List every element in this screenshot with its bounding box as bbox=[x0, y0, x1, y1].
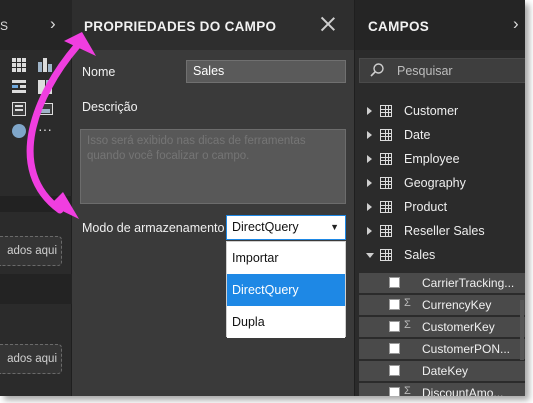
option-dual[interactable]: Dupla bbox=[227, 306, 345, 338]
name-field[interactable]: Sales bbox=[186, 60, 346, 83]
table-row[interactable]: Product bbox=[355, 196, 525, 220]
field-checkbox[interactable] bbox=[389, 365, 400, 376]
close-icon[interactable] bbox=[320, 16, 336, 32]
image-visual-icon[interactable] bbox=[38, 102, 53, 116]
visualizations-header: S › bbox=[0, 0, 72, 50]
table-row[interactable]: Date bbox=[355, 124, 525, 148]
table-name: Reseller Sales bbox=[404, 224, 485, 238]
field-checkbox[interactable] bbox=[389, 387, 400, 396]
field-row[interactable]: Σ CurrencyKey bbox=[359, 295, 525, 315]
panel-title: PROPRIEDADES DO CAMPO bbox=[84, 19, 277, 34]
field-row[interactable]: CustomerPON... bbox=[359, 339, 525, 359]
panel-title: CAMPOS bbox=[368, 19, 430, 34]
table-name: Employee bbox=[404, 152, 460, 166]
field-checkbox[interactable] bbox=[389, 321, 400, 332]
expand-arrow-icon[interactable] bbox=[367, 155, 372, 163]
chevron-right-icon[interactable]: › bbox=[513, 14, 519, 34]
field-row[interactable]: CarrierTracking... bbox=[359, 273, 525, 293]
expand-arrow-icon[interactable] bbox=[367, 179, 372, 187]
name-label: Nome bbox=[82, 65, 116, 79]
dropdown-arrow-icon: ▼ bbox=[330, 222, 339, 232]
field-name: DiscountAmo... bbox=[422, 386, 504, 396]
table-name: Date bbox=[404, 128, 431, 142]
table-icon bbox=[380, 153, 392, 165]
field-row[interactable]: DateKey bbox=[359, 361, 525, 381]
visualizations-title-fragment: S bbox=[0, 19, 9, 33]
description-field[interactable] bbox=[80, 129, 346, 204]
table-row[interactable]: Employee bbox=[355, 148, 525, 172]
matrix-visual-icon[interactable] bbox=[12, 58, 27, 72]
globe-visual-icon[interactable] bbox=[12, 124, 27, 138]
table-row-expanded[interactable]: Sales bbox=[355, 244, 525, 268]
search-icon bbox=[370, 63, 384, 77]
option-directquery[interactable]: DirectQuery bbox=[227, 274, 345, 306]
table-name: Customer bbox=[404, 104, 459, 118]
slicer-visual-icon[interactable] bbox=[12, 102, 27, 116]
search-input[interactable]: Pesquisar bbox=[359, 58, 525, 83]
table-row[interactable]: Geography bbox=[355, 172, 525, 196]
storage-mode-value: DirectQuery bbox=[232, 220, 299, 234]
collapse-arrow-icon[interactable] bbox=[366, 253, 374, 258]
table-icon bbox=[380, 177, 392, 189]
field-checkbox[interactable] bbox=[389, 343, 400, 354]
field-name: CurrencyKey bbox=[422, 298, 492, 312]
fields-panel: CAMPOS › Pesquisar Customer Date Employe… bbox=[354, 0, 525, 396]
field-properties-header: PROPRIEDADES DO CAMPO bbox=[72, 0, 354, 50]
table-name: Product bbox=[404, 200, 448, 214]
field-name: CustomerPON... bbox=[422, 342, 511, 356]
option-import[interactable]: Importar bbox=[227, 242, 345, 274]
table-icon bbox=[380, 105, 392, 117]
table-icon bbox=[380, 201, 392, 213]
search-placeholder: Pesquisar bbox=[397, 64, 453, 78]
description-label: Descrição bbox=[82, 100, 138, 114]
table-icon bbox=[380, 225, 392, 237]
field-checkbox[interactable] bbox=[389, 277, 400, 288]
column-chart-visual-icon[interactable] bbox=[38, 58, 53, 72]
treemap-visual-icon[interactable] bbox=[38, 80, 53, 94]
table-row[interactable]: Customer bbox=[355, 100, 525, 124]
field-properties-panel: PROPRIEDADES DO CAMPO Nome Sales Descriç… bbox=[72, 0, 354, 396]
table-name: Geography bbox=[404, 176, 466, 190]
expand-arrow-icon[interactable] bbox=[367, 131, 372, 139]
storage-mode-label: Modo de armazenamento bbox=[82, 221, 225, 235]
field-name: DateKey bbox=[422, 364, 469, 378]
table-icon bbox=[380, 129, 392, 141]
field-row[interactable]: Σ CustomerKey bbox=[359, 317, 525, 337]
field-name: CustomerKey bbox=[422, 320, 495, 334]
storage-mode-select[interactable]: DirectQuery ▼ bbox=[226, 215, 346, 240]
field-row[interactable]: Σ DiscountAmo... bbox=[359, 383, 525, 396]
drop-zone[interactable]: ados aqui bbox=[0, 344, 62, 374]
table-visual-icon[interactable] bbox=[12, 80, 27, 94]
app-frame: S › ··· ados aqui ados aqui PROPRIEDADES… bbox=[0, 0, 525, 396]
chevron-right-icon[interactable]: › bbox=[50, 14, 56, 34]
expand-arrow-icon[interactable] bbox=[367, 227, 372, 235]
sigma-icon: Σ bbox=[404, 297, 411, 309]
expand-arrow-icon[interactable] bbox=[367, 107, 372, 115]
drop-zone[interactable]: ados aqui bbox=[0, 236, 62, 266]
panel-divider bbox=[0, 196, 72, 212]
table-row[interactable]: Reseller Sales bbox=[355, 220, 525, 244]
table-icon bbox=[380, 249, 392, 261]
storage-mode-options: Importar DirectQuery Dupla bbox=[226, 241, 346, 338]
field-checkbox[interactable] bbox=[389, 299, 400, 310]
field-name: CarrierTracking... bbox=[422, 276, 515, 290]
scrollbar[interactable] bbox=[520, 300, 524, 360]
sigma-icon: Σ bbox=[404, 385, 411, 396]
table-name: Sales bbox=[404, 248, 436, 262]
sigma-icon: Σ bbox=[404, 319, 411, 331]
expand-arrow-icon[interactable] bbox=[367, 203, 372, 211]
fields-header: CAMPOS › bbox=[355, 0, 525, 50]
section-band bbox=[0, 274, 72, 304]
more-visuals-icon[interactable]: ··· bbox=[38, 122, 53, 138]
visualizations-panel: S › ··· ados aqui ados aqui bbox=[0, 0, 72, 396]
